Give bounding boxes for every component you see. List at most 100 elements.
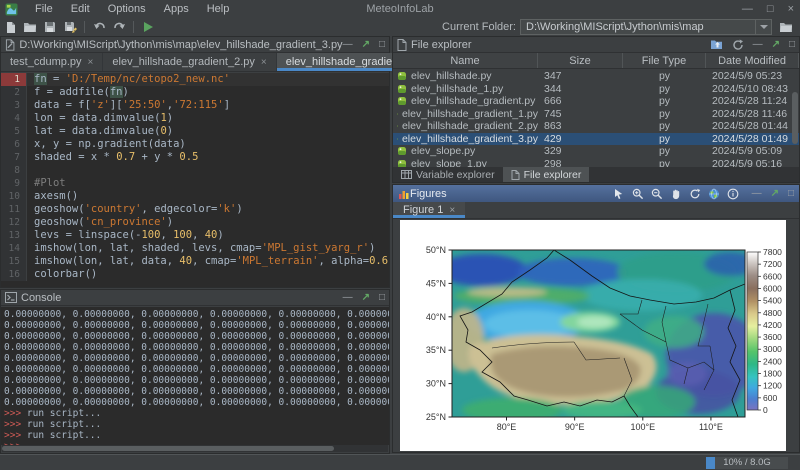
code-line[interactable]: 16colorbar() xyxy=(1,268,389,281)
save-button[interactable] xyxy=(40,19,60,35)
zoom-in-icon[interactable] xyxy=(632,188,644,200)
code-line[interactable]: 4lon = data.dimvalue(1) xyxy=(1,112,389,125)
tab-variable-explorer[interactable]: Variable explorer xyxy=(393,167,503,182)
tab-figure-1[interactable]: Figure 1× xyxy=(393,202,465,218)
file-table-scrollbar[interactable] xyxy=(792,92,798,144)
redo-button[interactable] xyxy=(109,19,129,35)
code-line[interactable]: 11geoshow('country', edgecolor='k') xyxy=(1,203,389,216)
panel-maximize-icon[interactable]: □ xyxy=(379,39,385,50)
tab-close-icon[interactable]: × xyxy=(261,57,267,68)
code-line[interactable]: 15imshow(lon, lat, data, 40, cmap='MPL_t… xyxy=(1,255,389,268)
code-line[interactable]: 10axesm() xyxy=(1,190,389,203)
file-size-cell: 429 xyxy=(538,133,623,146)
toolbar-separator xyxy=(84,21,85,33)
pointer-icon[interactable] xyxy=(613,188,625,200)
new-file-button[interactable] xyxy=(0,19,20,35)
panel-float-icon[interactable]: ↗ xyxy=(362,39,370,50)
column-header-filetype[interactable]: File Type xyxy=(623,53,706,68)
combo-dropdown-button[interactable] xyxy=(755,20,771,34)
code-editor[interactable]: 1fn = 'D:/Temp/nc/etopo2_new.nc'2f = add… xyxy=(1,73,389,287)
zoom-out-icon[interactable] xyxy=(651,188,663,200)
y-tick-label: 25°N xyxy=(426,412,446,422)
menu-edit[interactable]: Edit xyxy=(62,3,99,15)
panel-maximize-icon[interactable]: □ xyxy=(379,292,385,303)
window-maximize-button[interactable]: □ xyxy=(767,3,774,15)
code-line[interactable]: 5lat = data.dimvalue(0) xyxy=(1,125,389,138)
panel-float-icon[interactable]: ↗ xyxy=(362,292,370,303)
meteoinfolab-window: File Edit Options Apps Help MeteoInfoLab… xyxy=(0,0,800,470)
window-close-button[interactable]: × xyxy=(788,3,794,15)
tab-test-cdump[interactable]: test_cdump.py× xyxy=(1,53,103,71)
panel-float-icon[interactable]: ↗ xyxy=(772,39,780,50)
file-row[interactable]: elev_hillshade.py347py2024/5/9 05:23 xyxy=(393,70,799,83)
panel-float-icon[interactable]: ↗ xyxy=(771,188,779,199)
menu-help[interactable]: Help xyxy=(198,3,239,15)
code-line[interactable]: 14imshow(lon, lat, shaded, levs, cmap='M… xyxy=(1,242,389,255)
code-line[interactable]: 12geoshow('cn_province') xyxy=(1,216,389,229)
menu-apps[interactable]: Apps xyxy=(155,3,198,15)
file-name-cell: elev_hillshade.py xyxy=(393,70,538,83)
panel-minimize-icon[interactable]: — xyxy=(343,292,353,303)
line-number: 5 xyxy=(1,125,27,138)
y-tick-label: 30°N xyxy=(426,379,446,389)
save-as-button[interactable] xyxy=(60,19,80,35)
file-table[interactable]: elev_hillshade.py347py2024/5/9 05:23elev… xyxy=(393,70,799,167)
code-line[interactable]: 2f = addfile(fn) xyxy=(1,86,389,99)
code-line[interactable]: 8 xyxy=(1,164,389,177)
browse-folder-button[interactable] xyxy=(776,19,796,35)
file-row[interactable]: elev_hillshade_gradient_1.py745py2024/5/… xyxy=(393,108,799,121)
code-text: x, y = np.gradient(data) xyxy=(27,138,389,151)
file-type-cell: py xyxy=(623,158,706,168)
pan-hand-icon[interactable] xyxy=(670,188,682,200)
column-header-name[interactable]: Name xyxy=(393,53,538,68)
save-as-icon xyxy=(64,21,77,34)
tab-close-icon[interactable]: × xyxy=(449,205,455,216)
panel-minimize-icon[interactable]: — xyxy=(752,188,762,199)
column-header-date[interactable]: Date Modified xyxy=(706,53,799,68)
console-horizontal-scrollbar[interactable] xyxy=(2,445,388,452)
console-output[interactable]: 0.00000000, 0.00000000, 0.00000000, 0.00… xyxy=(1,307,389,445)
info-icon[interactable] xyxy=(727,188,739,200)
menu-file[interactable]: File xyxy=(26,3,62,15)
line-number: 13 xyxy=(1,229,27,242)
refresh-icon[interactable] xyxy=(732,39,744,51)
panel-minimize-icon[interactable]: — xyxy=(343,39,353,50)
panel-maximize-icon[interactable]: □ xyxy=(789,39,795,50)
current-folder-combobox[interactable]: D:\Working\MIScript\Jython\mis\map xyxy=(520,19,772,35)
undo-button[interactable] xyxy=(89,19,109,35)
code-line[interactable]: 7shaded = x * 0.7 + y * 0.5 xyxy=(1,151,389,164)
parent-folder-icon[interactable] xyxy=(710,39,723,50)
window-minimize-button[interactable]: — xyxy=(742,3,753,15)
file-row[interactable]: elev_slope.py329py2024/5/9 05:09 xyxy=(393,145,799,158)
menu-options[interactable]: Options xyxy=(99,3,155,15)
line-number: 1 xyxy=(1,73,27,86)
run-script-button[interactable] xyxy=(138,19,158,35)
globe-icon[interactable] xyxy=(708,188,720,200)
rotate-icon[interactable] xyxy=(689,188,701,200)
file-row[interactable]: elev_hillshade_gradient_3.py429py2024/5/… xyxy=(393,133,799,146)
code-text: axesm() xyxy=(27,190,389,203)
tab-file-explorer[interactable]: File explorer xyxy=(503,167,590,182)
file-name-cell: elev_hillshade_gradient_3.py xyxy=(393,133,538,146)
panel-maximize-icon[interactable]: □ xyxy=(788,188,794,199)
tab-elev-hillshade-gradient-2[interactable]: elev_hillshade_gradient_2.py× xyxy=(103,53,276,71)
file-row[interactable]: elev_hillshade_gradient_2.py863py2024/5/… xyxy=(393,120,799,133)
panel-minimize-icon[interactable]: — xyxy=(753,39,763,50)
scrollbar-thumb[interactable] xyxy=(2,446,334,451)
code-line[interactable]: 9#Plot xyxy=(1,177,389,190)
line-number: 6 xyxy=(1,138,27,151)
file-row[interactable]: elev_hillshade_1.py344py2024/5/10 08:43 xyxy=(393,83,799,96)
code-line[interactable]: 3data = f['z']['25:50','72:115'] xyxy=(1,99,389,112)
code-line[interactable]: 6x, y = np.gradient(data) xyxy=(1,138,389,151)
code-line[interactable]: 13levs = linspace(-100, 100, 40) xyxy=(1,229,389,242)
open-folder-icon xyxy=(23,21,37,33)
column-header-size[interactable]: Size xyxy=(538,53,623,68)
app-logo-icon xyxy=(5,3,18,16)
tab-close-icon[interactable]: × xyxy=(88,57,94,68)
figure-canvas[interactable]: 80°E90°E100°E110°E 25°N30°N35°N40°N45°N5… xyxy=(400,220,786,451)
file-row[interactable]: elev_hillshade_gradient.py666py2024/5/28… xyxy=(393,95,799,108)
file-row[interactable]: elev_slope_1.py298py2024/5/9 05:16 xyxy=(393,158,799,168)
open-file-button[interactable] xyxy=(20,19,40,35)
code-line[interactable]: 1fn = 'D:/Temp/nc/etopo2_new.nc' xyxy=(1,73,389,86)
memory-indicator[interactable]: 10% / 8.0G xyxy=(706,457,788,469)
